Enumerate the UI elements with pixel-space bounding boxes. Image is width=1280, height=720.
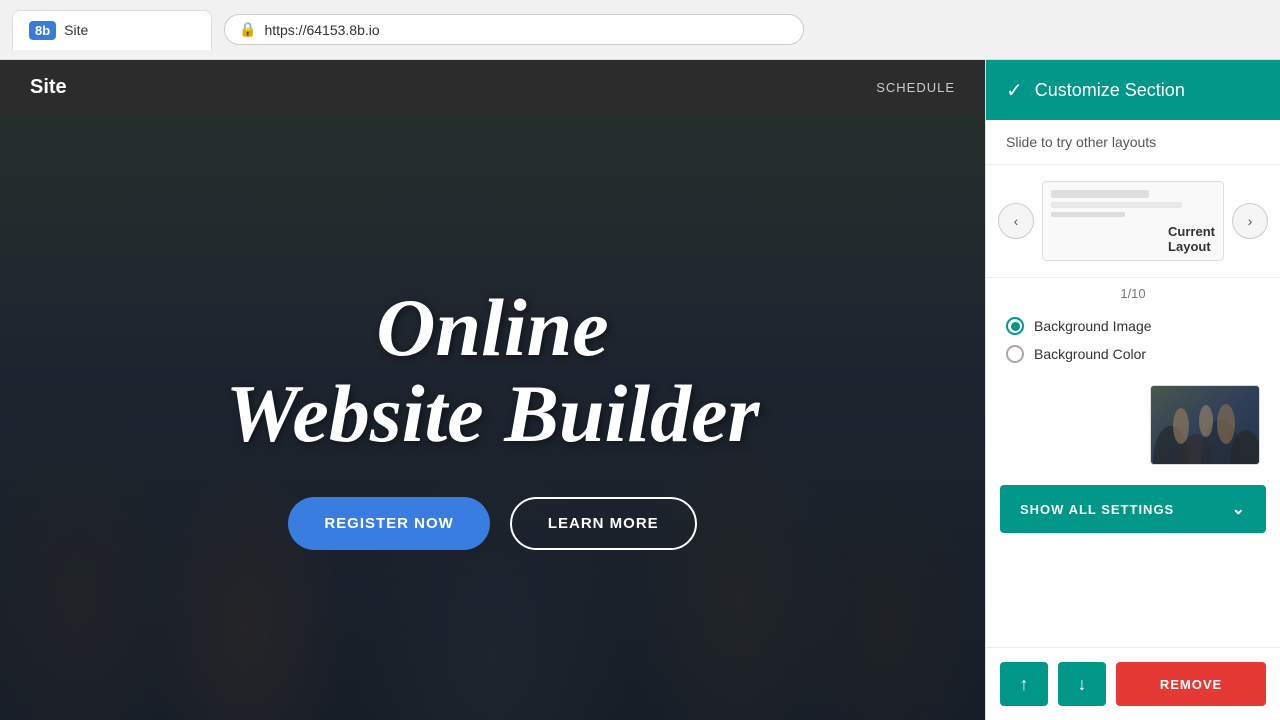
next-layout-button[interactable]: ›	[1232, 203, 1268, 239]
brand-badge: 8b	[29, 21, 56, 40]
url-text: https://64153.8b.io	[264, 22, 379, 38]
preview-bar-1	[1051, 190, 1149, 198]
learn-more-button[interactable]: LEARN MORE	[510, 497, 697, 550]
website-preview: Site SCHEDULE Online Website Builder REG…	[0, 60, 985, 720]
panel-bottom: ↑ ↓ REMOVE	[986, 647, 1280, 720]
bg-thumbnail-image[interactable]	[1150, 385, 1260, 465]
move-down-button[interactable]: ↓	[1058, 662, 1106, 706]
panel-subtitle: Slide to try other layouts	[986, 120, 1280, 165]
site-navbar: Site SCHEDULE	[0, 60, 985, 115]
preview-bar-3	[1051, 212, 1125, 217]
background-color-radio[interactable]	[1006, 345, 1024, 363]
panel-spacer	[986, 541, 1280, 647]
hero-section: Online Website Builder REGISTER NOW LEAR…	[0, 115, 985, 720]
background-image-option[interactable]: Background Image	[1006, 317, 1260, 335]
panel-title: Customize Section	[1035, 80, 1185, 101]
move-up-button[interactable]: ↑	[1000, 662, 1048, 706]
lock-icon: 🔒	[239, 21, 256, 38]
site-logo: Site	[30, 76, 67, 99]
panel-header: ✓ Customize Section	[986, 60, 1280, 120]
current-layout-label: CurrentLayout	[1168, 224, 1215, 254]
hero-buttons: REGISTER NOW LEARN MORE	[226, 497, 760, 550]
browser-tab[interactable]: 8b Site	[12, 10, 212, 50]
schedule-nav-link[interactable]: SCHEDULE	[876, 80, 955, 95]
prev-layout-button[interactable]: ‹	[998, 203, 1034, 239]
show-all-settings-label: SHOW ALL SETTINGS	[1020, 502, 1174, 517]
layout-counter: 1/10	[986, 278, 1280, 309]
remove-button[interactable]: REMOVE	[1116, 662, 1266, 706]
layout-slider: ‹ CurrentLayout ›	[986, 165, 1280, 278]
background-image-label: Background Image	[1034, 318, 1152, 334]
background-color-option[interactable]: Background Color	[1006, 345, 1260, 363]
tab-title: Site	[64, 22, 88, 38]
background-image-radio[interactable]	[1006, 317, 1024, 335]
check-icon: ✓	[1006, 78, 1023, 103]
radio-options: Background Image Background Color	[986, 309, 1280, 381]
bg-thumbnail[interactable]	[1006, 385, 1260, 465]
browser-chrome: 8b Site 🔒 https://64153.8b.io	[0, 0, 1280, 60]
chevron-down-icon: ⌄	[1232, 499, 1246, 519]
background-color-label: Background Color	[1034, 346, 1146, 362]
layout-preview: CurrentLayout	[1042, 181, 1224, 261]
thumbnail-svg	[1151, 386, 1260, 465]
hero-content: Online Website Builder REGISTER NOW LEAR…	[206, 265, 780, 570]
hero-title: Online Website Builder	[226, 285, 760, 457]
show-all-settings-button[interactable]: SHOW ALL SETTINGS ⌄	[1000, 485, 1266, 533]
right-panel: ✓ Customize Section Slide to try other l…	[985, 60, 1280, 720]
address-bar[interactable]: 🔒 https://64153.8b.io	[224, 14, 804, 45]
site-nav-links: SCHEDULE	[876, 80, 955, 95]
main-area: Site SCHEDULE Online Website Builder REG…	[0, 60, 1280, 720]
preview-bar-2	[1051, 202, 1182, 208]
register-button[interactable]: REGISTER NOW	[288, 497, 490, 550]
